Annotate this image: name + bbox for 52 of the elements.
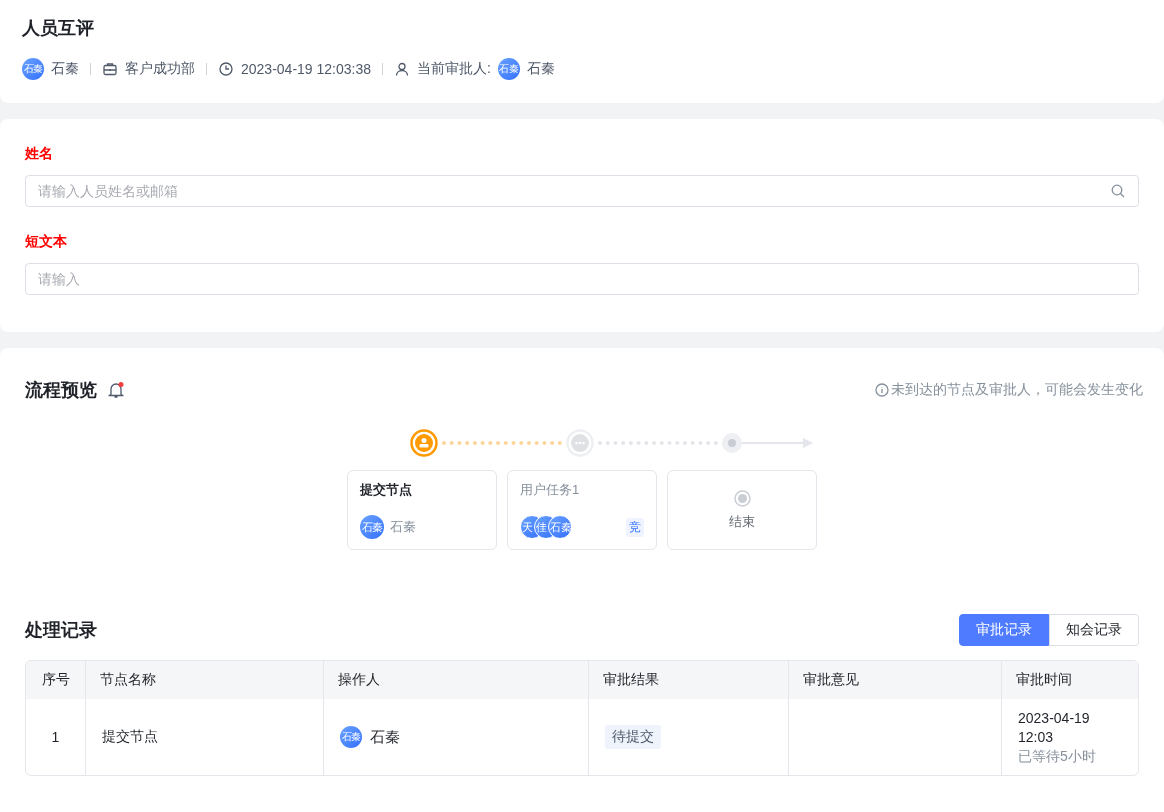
clock-icon bbox=[218, 61, 234, 77]
approver-name: 石秦 bbox=[526, 60, 555, 78]
column-header: 审批结果 bbox=[589, 661, 789, 699]
avatar: 石秦 bbox=[497, 58, 520, 80]
avatar: 石秦 bbox=[340, 726, 362, 748]
meta-text: 客户成功部 bbox=[125, 60, 195, 78]
node-title: 结束 bbox=[729, 512, 755, 531]
meta-text: 2023-04-19 12:03:38 bbox=[241, 61, 371, 77]
tab[interactable]: 审批记录 bbox=[959, 614, 1049, 646]
column-header: 序号 bbox=[26, 661, 86, 699]
page-title: 人员互评 bbox=[22, 17, 95, 40]
text-field[interactable]: 请输入 bbox=[25, 263, 1139, 295]
operator-name: 石秦 bbox=[370, 727, 400, 747]
section-title: 处理记录 bbox=[25, 619, 97, 642]
node-title: 用户任务1 bbox=[520, 481, 581, 499]
notice-text: 未到达的节点及审批人，可能会发生变化 bbox=[891, 381, 1143, 399]
table-cell: 提交节点 bbox=[102, 728, 158, 746]
user-stamp-icon bbox=[410, 429, 438, 457]
briefcase-icon bbox=[102, 61, 118, 77]
tab[interactable]: 知会记录 bbox=[1049, 614, 1139, 646]
column-header: 审批时间 bbox=[1002, 661, 1138, 699]
meta-text: 当前审批人: bbox=[417, 60, 491, 78]
end-point-icon bbox=[722, 433, 742, 453]
person-icon bbox=[394, 61, 410, 77]
field-label: 姓名 bbox=[25, 145, 54, 163]
info-icon bbox=[875, 383, 889, 397]
table-cell: 1 bbox=[51, 729, 60, 745]
meta-text: 石秦 bbox=[51, 60, 79, 78]
column-header: 操作人 bbox=[324, 661, 589, 699]
avatar: 石秦 bbox=[548, 515, 572, 539]
flow-node-card[interactable]: 提交节点 石秦 石秦 bbox=[347, 470, 497, 550]
node-title: 提交节点 bbox=[360, 481, 413, 499]
time-text: 12:03 bbox=[1018, 727, 1055, 747]
person-name: 石秦 bbox=[390, 518, 416, 536]
date-text: 2023-04-19 bbox=[1018, 708, 1091, 728]
search-icon bbox=[1111, 184, 1125, 198]
status-tag: 待提交 bbox=[605, 725, 661, 749]
field-label: 短文本 bbox=[25, 233, 68, 251]
section-title: 流程预览 bbox=[25, 379, 97, 402]
more-icon bbox=[566, 429, 594, 457]
flow-node-card[interactable]: 结束 bbox=[667, 470, 817, 550]
avatar: 石秦 bbox=[360, 515, 384, 539]
flow-node-card[interactable]: 用户任务1 天 佳 石秦 竞 bbox=[507, 470, 657, 550]
wait-text: 已等待5小时 bbox=[1018, 746, 1096, 766]
radio-icon bbox=[733, 489, 751, 507]
search-field[interactable]: 请输入人员姓名或邮箱 bbox=[25, 175, 1139, 207]
avatar: 石秦 bbox=[22, 58, 44, 80]
competition-tag: 竞 bbox=[626, 517, 644, 537]
column-header: 节点名称 bbox=[86, 661, 324, 699]
bell-icon[interactable] bbox=[107, 381, 125, 399]
arrow-icon bbox=[742, 437, 814, 449]
column-header: 审批意见 bbox=[789, 661, 1002, 699]
